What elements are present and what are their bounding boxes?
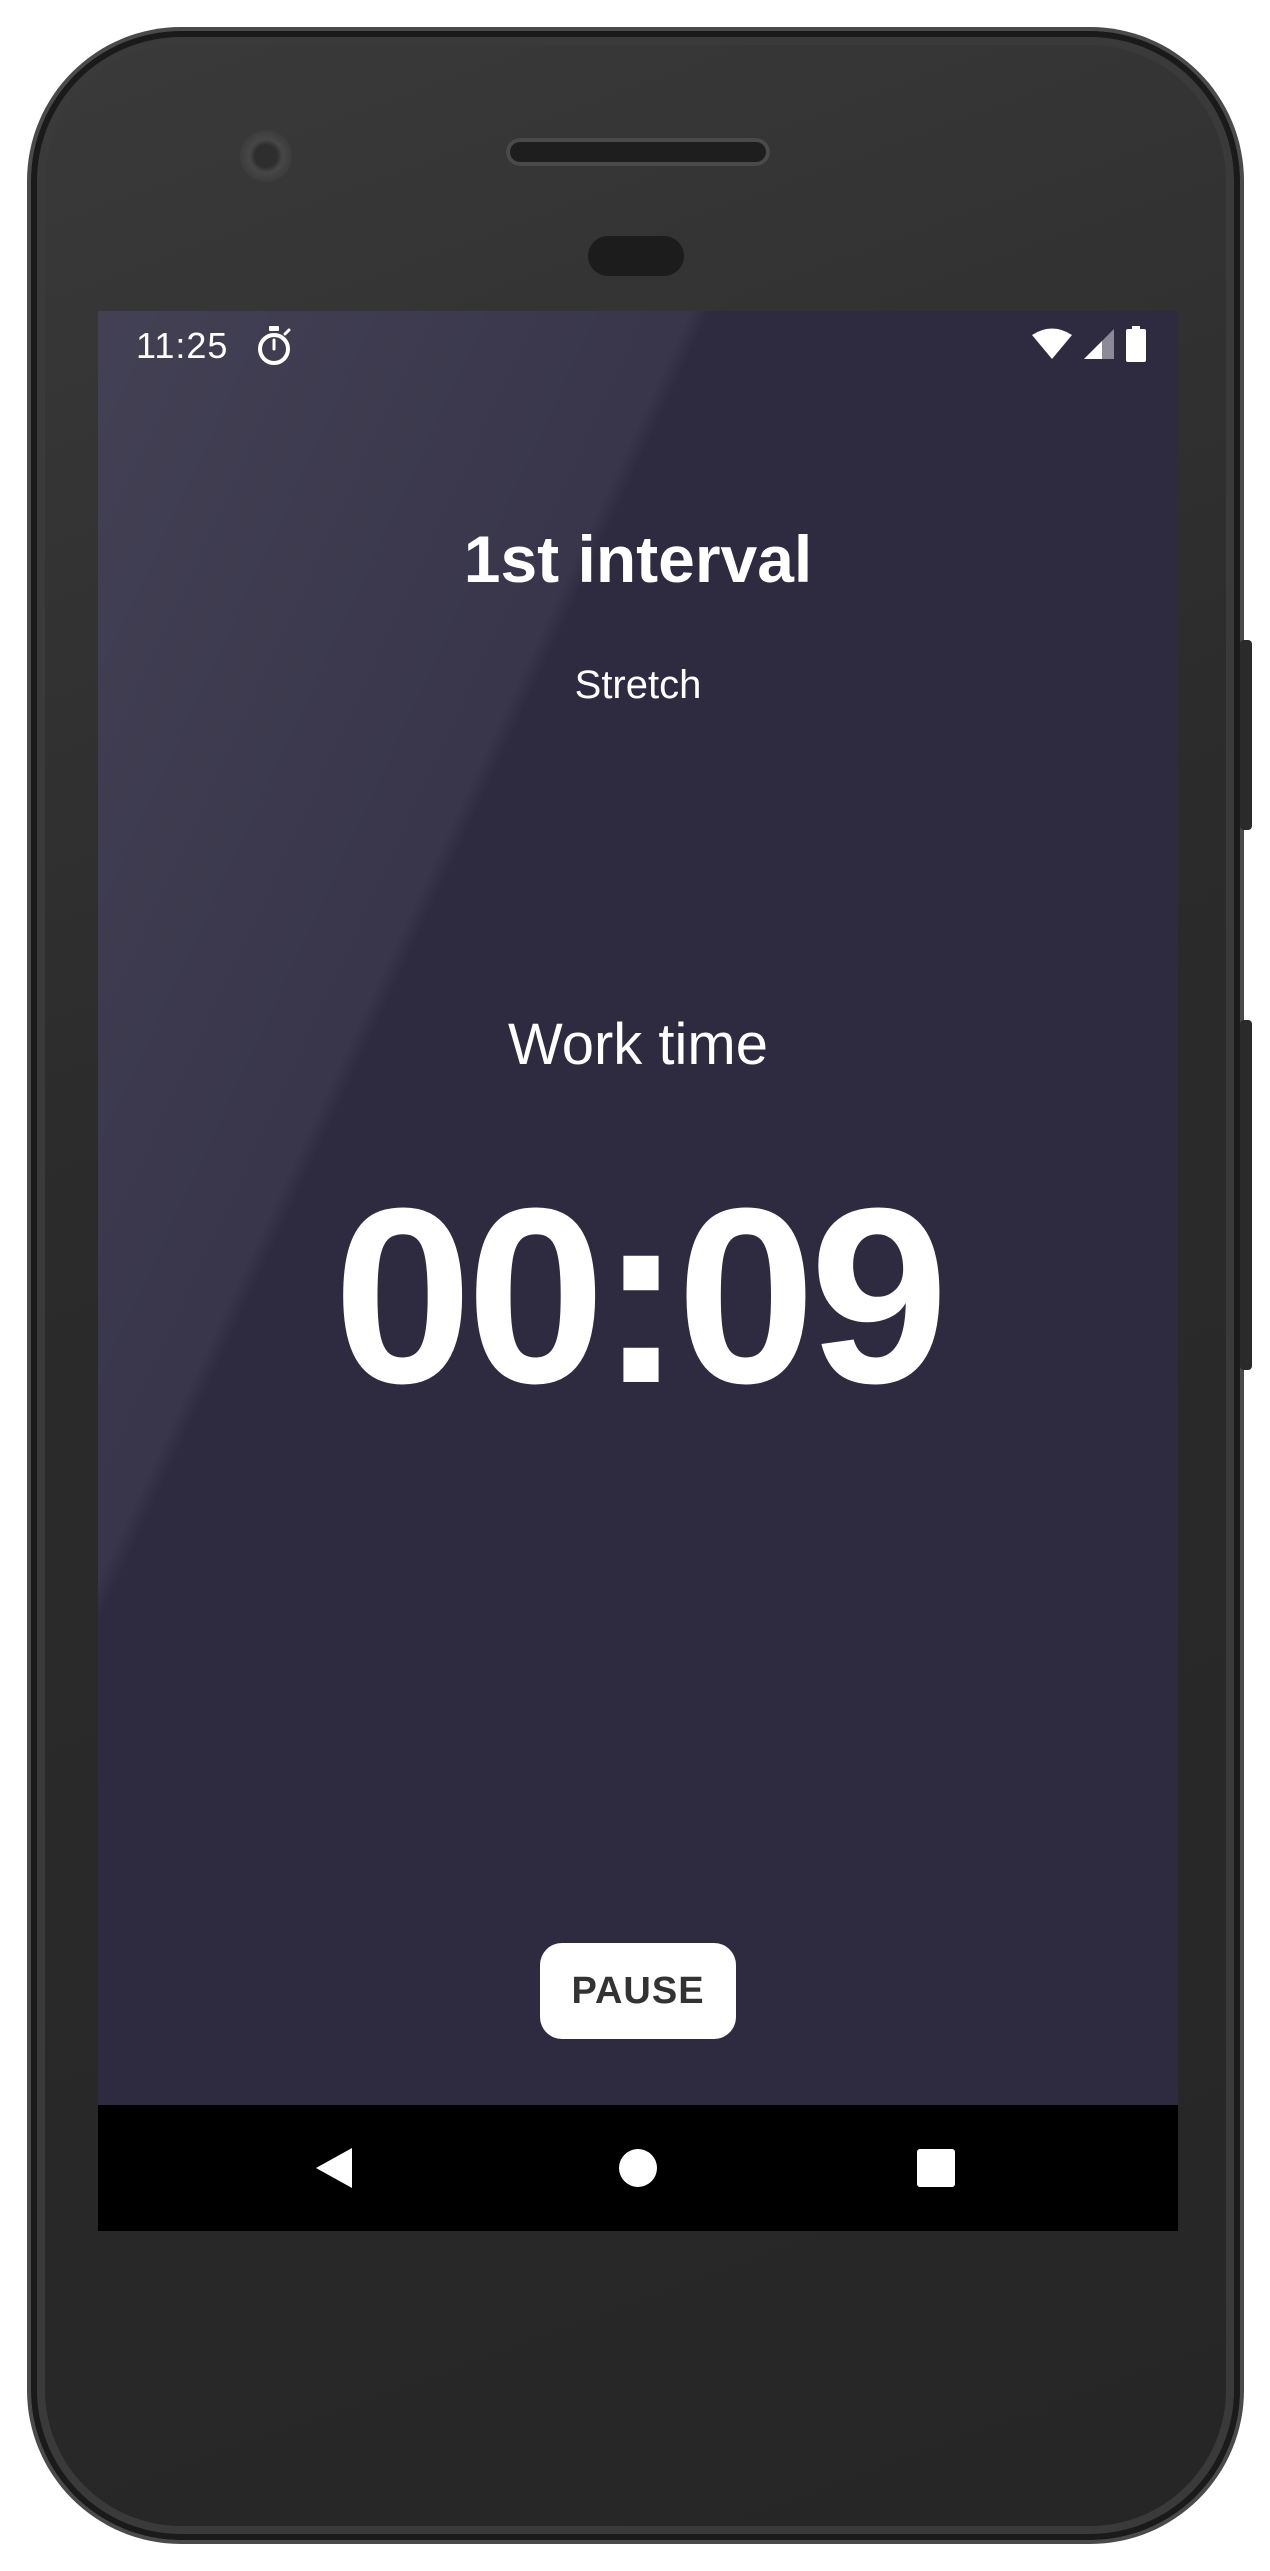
navigation-bar (98, 2105, 1178, 2231)
wifi-icon (1032, 328, 1072, 365)
screen: 11:25 1st interval Stretch Work time 00:… (98, 311, 1178, 2231)
battery-icon (1126, 325, 1146, 367)
status-time: 11:25 (136, 325, 229, 366)
proximity-sensor (588, 236, 684, 276)
signal-icon (1082, 328, 1116, 365)
power-button (1240, 640, 1252, 830)
stopwatch-icon (255, 325, 293, 367)
volume-button (1240, 1020, 1252, 1370)
interval-title: 1st interval (463, 522, 813, 596)
home-icon[interactable] (613, 2143, 663, 2193)
exercise-name: Stretch (574, 663, 702, 707)
pause-button[interactable]: PAUSE (540, 1943, 736, 2039)
status-icons (1032, 325, 1146, 367)
back-icon[interactable] (309, 2143, 359, 2193)
phase-label: Work time (508, 1012, 768, 1077)
front-camera (240, 130, 292, 182)
status-bar: 11:25 (98, 311, 1178, 381)
earpiece-speaker (506, 138, 770, 166)
recents-icon[interactable] (911, 2143, 961, 2193)
countdown-timer: 00:09 (333, 1156, 948, 1435)
